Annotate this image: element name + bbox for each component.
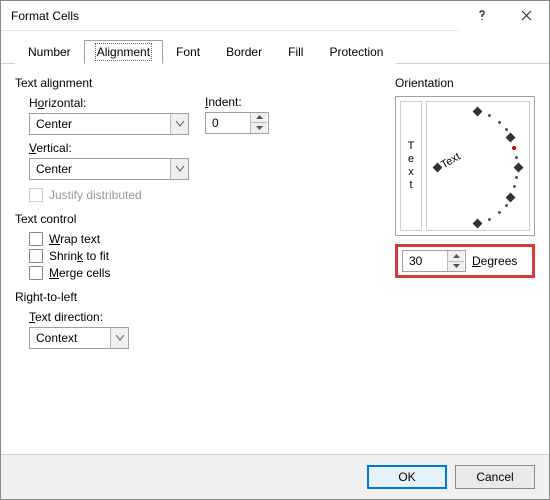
diamond-icon (505, 192, 515, 202)
tab-border[interactable]: Border (213, 40, 275, 64)
tab-protection[interactable]: Protection (316, 40, 396, 64)
horizontal-value: Center (30, 114, 170, 134)
dot-icon (498, 211, 501, 214)
dot-icon (488, 114, 491, 117)
dot-icon (505, 204, 508, 207)
tab-number[interactable]: Number (15, 40, 84, 64)
degrees-label: Degrees (472, 254, 517, 268)
vertical-combo[interactable]: Center (29, 158, 189, 180)
diamond-icon (472, 106, 482, 116)
text-direction-label: Text direction: (29, 310, 379, 324)
degrees-spin-up[interactable] (448, 251, 464, 261)
vertical-value: Center (30, 159, 170, 179)
orientation-dial[interactable]: Text (426, 101, 530, 231)
justify-distributed-checkbox: Justify distributed (29, 188, 379, 202)
degrees-spin-down[interactable] (448, 261, 464, 272)
rtl-title: Right-to-left (15, 290, 379, 304)
checkbox-icon (29, 188, 43, 202)
indent-spin-down[interactable] (251, 122, 267, 133)
cancel-button[interactable]: Cancel (455, 465, 535, 489)
checkbox-icon (29, 249, 43, 263)
orientation-section: Orientation Text (395, 76, 535, 444)
orientation-vertical-text-button[interactable]: Text (400, 101, 422, 231)
chevron-down-icon[interactable] (110, 328, 128, 348)
indent-spin-up[interactable] (251, 113, 267, 123)
degrees-spinner[interactable] (402, 250, 466, 272)
format-cells-dialog: Format Cells Number Alignment Font Borde… (0, 0, 550, 500)
dot-icon (515, 156, 518, 159)
window-title: Format Cells (11, 9, 459, 23)
text-alignment-section: Text alignment Horizontal: Center Indent… (15, 76, 379, 202)
tab-alignment[interactable]: Alignment (84, 40, 163, 64)
indent-label: Indent: (205, 95, 269, 109)
chevron-down-icon[interactable] (170, 159, 188, 179)
text-direction-combo[interactable]: Context (29, 327, 129, 349)
tab-strip: Number Alignment Font Border Fill Protec… (1, 31, 549, 64)
degrees-highlight: Degrees (395, 244, 535, 278)
diamond-icon (472, 218, 482, 228)
orientation-text-label: Text (439, 151, 462, 171)
dot-icon (513, 185, 516, 188)
text-direction-value: Context (30, 328, 110, 348)
checkbox-icon (29, 232, 43, 246)
dot-icon (498, 121, 501, 124)
text-control-section: Text control Wrap text Shrink to fit Mer… (15, 212, 379, 280)
help-button[interactable] (459, 1, 504, 31)
orientation-box: Text (395, 96, 535, 236)
horizontal-label: Horizontal: (29, 96, 379, 110)
tab-fill[interactable]: Fill (275, 40, 316, 64)
merge-cells-checkbox[interactable]: Merge cells (29, 266, 379, 280)
orientation-title: Orientation (395, 76, 535, 90)
diamond-icon (505, 132, 515, 142)
indent-input[interactable] (206, 113, 250, 133)
left-column: Text alignment Horizontal: Center Indent… (15, 76, 379, 444)
rtl-section: Right-to-left Text direction: Context (15, 290, 379, 349)
chevron-down-icon[interactable] (170, 114, 188, 134)
tab-font[interactable]: Font (163, 40, 213, 64)
orientation-indicator (512, 146, 516, 150)
dot-icon (488, 218, 491, 221)
dot-icon (515, 176, 518, 179)
text-control-title: Text control (15, 212, 379, 226)
dot-icon (505, 128, 508, 131)
dialog-footer: OK Cancel (1, 454, 549, 499)
dialog-body: Text alignment Horizontal: Center Indent… (1, 64, 549, 454)
titlebar: Format Cells (1, 1, 549, 31)
vertical-label: Vertical: (29, 141, 379, 155)
ok-button[interactable]: OK (367, 465, 447, 489)
indent-spinner[interactable] (205, 112, 269, 134)
checkbox-icon (29, 266, 43, 280)
wrap-text-checkbox[interactable]: Wrap text (29, 232, 379, 246)
diamond-icon (513, 162, 523, 172)
horizontal-combo[interactable]: Center (29, 113, 189, 135)
text-alignment-title: Text alignment (15, 76, 379, 90)
degrees-input[interactable] (403, 251, 447, 271)
close-button[interactable] (504, 1, 549, 31)
shrink-to-fit-checkbox[interactable]: Shrink to fit (29, 249, 379, 263)
